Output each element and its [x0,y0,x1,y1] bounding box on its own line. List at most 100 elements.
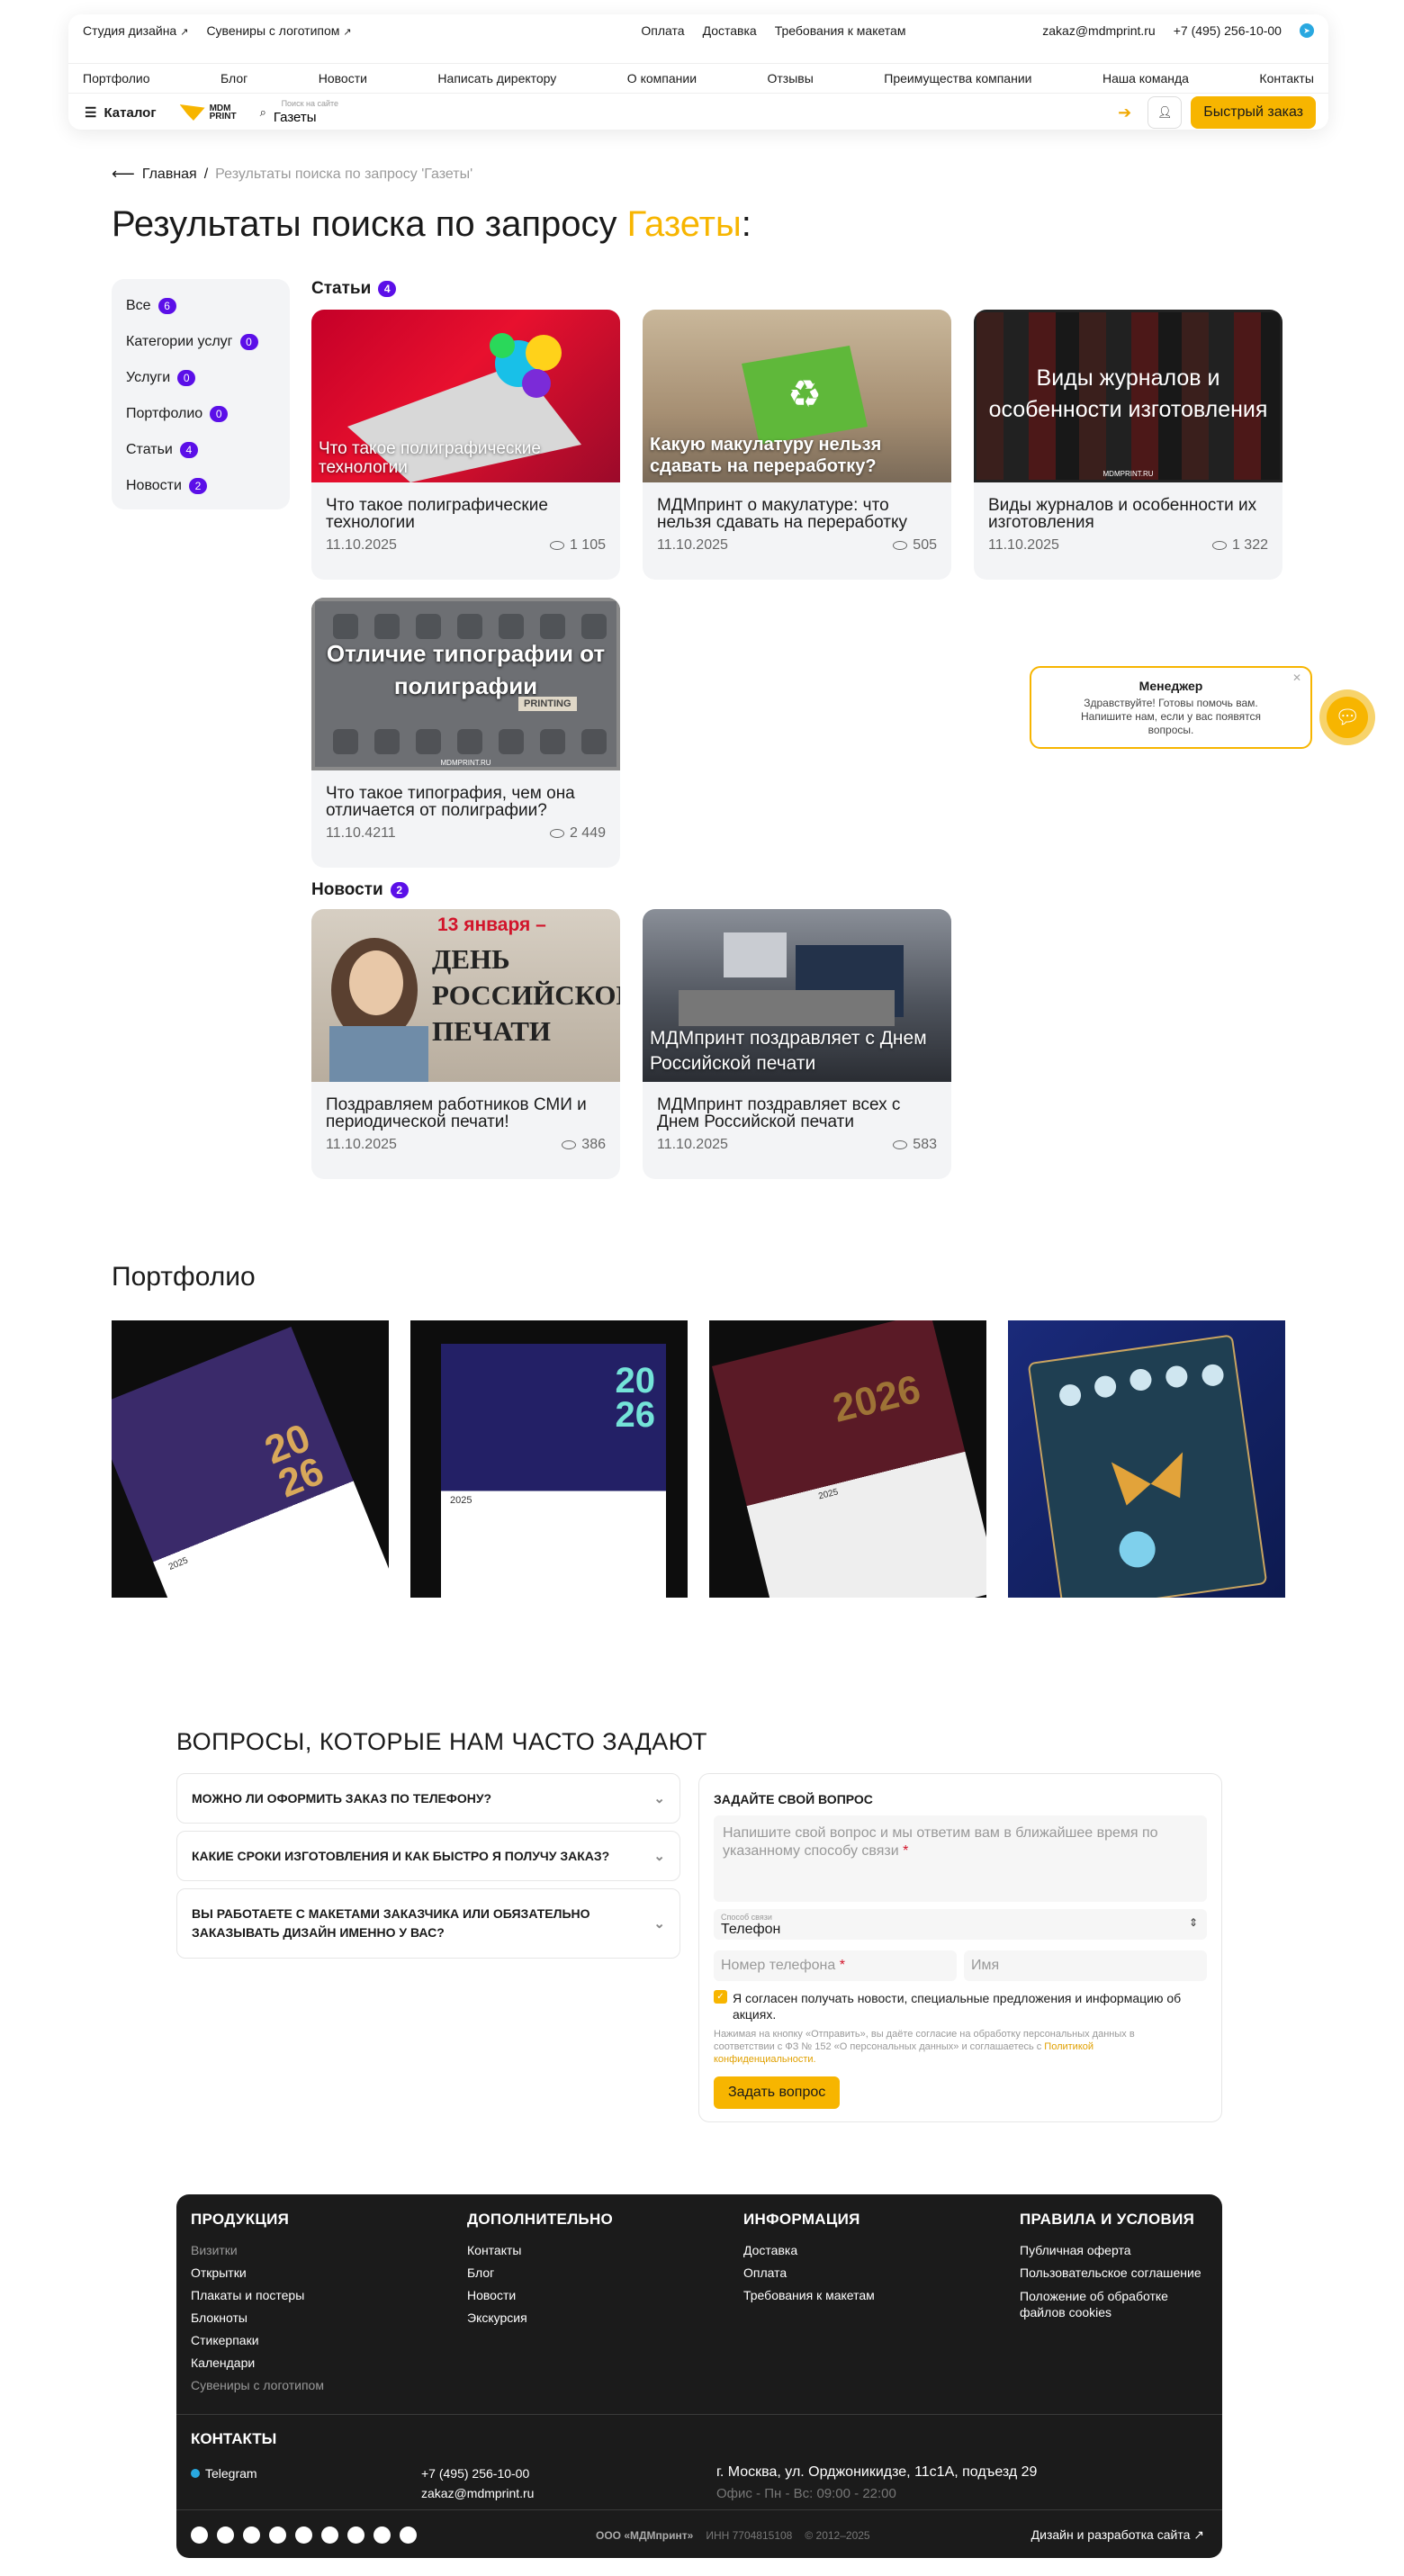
pinterest-icon[interactable] [321,2526,338,2544]
search-label: Поиск на сайте [281,99,339,108]
nav-advantages[interactable]: Преимущества компании [884,71,1031,86]
header-phone[interactable]: +7 (495) 256-10-00 [1174,23,1282,38]
vk-icon[interactable] [217,2526,234,2544]
catalog-button[interactable]: ☰ Каталог [85,104,157,122]
telegram-icon[interactable]: ➤ [1299,23,1314,38]
footer-phone[interactable]: +7 (495) 256-10-00 [421,2466,529,2481]
external-arrow-icon: ↗ [343,27,352,38]
odnoklassniki-icon[interactable] [374,2526,391,2544]
tiktok-icon[interactable] [347,2526,364,2544]
footer-address: г. Москва, ул. Орджоникидзе, 11с1А, подъ… [716,2464,1038,2480]
menu-icon: ☰ [85,105,97,121]
filter-all[interactable]: Все 6 [126,288,290,324]
checkbox-checked-icon: ✓ [714,1990,727,2004]
footer-link[interactable]: Контакты [467,2243,613,2265]
dzen-icon[interactable] [295,2526,312,2544]
chat-launcher-button[interactable]: 💬︎ [1319,689,1375,745]
top-link-payment[interactable]: Оплата [641,23,684,38]
image-watermark: MDMPRINT.RU [440,759,491,767]
submit-question-button[interactable]: Задать вопрос [714,2076,841,2109]
name-input[interactable]: Имя [964,1950,1207,1981]
footer-link[interactable]: Визитки [191,2243,324,2265]
footer-telegram-link[interactable]: Telegram [191,2466,257,2481]
footer-link[interactable]: Новости [467,2288,613,2310]
footer-link[interactable]: Стикерпаки [191,2333,324,2355]
news-card[interactable]: 13 января – день российской печати Поздр… [311,909,620,1179]
search-input[interactable] [273,109,1084,125]
faq-item[interactable]: КАКИЕ СРОКИ ИЗГОТОВЛЕНИЯ И КАК БЫСТРО Я … [176,1831,680,1881]
quick-order-button[interactable]: Быстрый заказ [1191,96,1316,129]
faq-item[interactable]: ВЫ РАБОТАЕТЕ С МАКЕТАМИ ЗАКАЗЧИКА ИЛИ ОБ… [176,1888,680,1959]
nav-about[interactable]: О компании [627,71,697,86]
filter-portfolio[interactable]: Портфолио 0 [126,396,290,432]
user-account-button[interactable]: 👤︎ [1148,96,1183,129]
chevron-down-icon: ⌄ [653,1849,665,1864]
footer-link[interactable]: Сувениры с логотипом [191,2378,324,2400]
chat-icon: 💬︎ [1327,697,1368,738]
nav-news[interactable]: Новости [319,71,367,86]
back-arrow-icon[interactable]: ⟵ [112,165,135,184]
footer-link[interactable]: Положение об обработке файлов cookies [1020,2288,1213,2320]
consent-checkbox-row[interactable]: ✓ Я согласен получать новости, специальн… [714,1990,1200,2022]
footer-link[interactable]: Оплата [743,2265,875,2288]
phone-input[interactable]: Номер телефона * [714,1950,957,1981]
article-card[interactable]: Отличие типографии от полиграфии PRINTIN… [311,598,620,868]
contact-method-select[interactable]: Способ связи Телефон ⇕ [714,1909,1207,1940]
search-submit-arrow-icon[interactable]: ➔ [1118,104,1131,122]
external-arrow-icon: ↗ [180,27,189,38]
footer-link[interactable]: Плакаты и постеры [191,2288,324,2310]
filter-news[interactable]: Новости 2 [126,468,290,504]
footer-email[interactable]: zakaz@mdmprint.ru [421,2486,534,2500]
footer-link[interactable]: Пользовательское соглашение [1020,2265,1213,2288]
header-top-row: Студия дизайна ↗ Сувениры с логотипом ↗ Оп… [68,14,1328,47]
filter-articles[interactable]: Статьи 4 [126,432,290,468]
article-card[interactable]: Виды журналов и особенности изготовления… [974,310,1282,580]
view-count: 2 449 [549,825,606,842]
news-section-title: Новости 2 [311,880,409,900]
close-icon[interactable]: ✕ [1292,671,1301,684]
nav-portfolio[interactable]: Портфолио [83,71,150,86]
count-badge: 0 [239,334,258,350]
site-logo[interactable]: MDM PRINT [179,104,237,122]
filter-service-categories[interactable]: Категории услуг 0 [126,324,290,360]
portfolio-title: Портфолио [112,1262,256,1292]
footer-link[interactable]: Экскурсия [467,2310,613,2333]
filter-services[interactable]: Услуги 0 [126,360,290,396]
top-link-design-studio[interactable]: Студия дизайна ↗ [83,23,188,38]
news-card[interactable]: МДМпринт поздравляет с Днем Российской п… [643,909,951,1179]
footer-link[interactable]: Требования к макетам [743,2288,875,2310]
portfolio-item[interactable]: 2026 2025 [112,1320,389,1598]
legal-text: Нажимая на кнопку «Отправить», вы даёте … [714,2029,1135,2065]
footer-link[interactable]: Блокноты [191,2310,324,2333]
nav-contacts[interactable]: Контакты [1259,71,1313,86]
manager-chat-popup[interactable]: Менеджер Здравствуйте! Готовы помочь вам… [1030,666,1312,749]
footer-link[interactable]: Публичная оферта [1020,2243,1213,2265]
footer-link[interactable]: Блог [467,2265,613,2288]
card-date: 11.10.4211 [326,825,396,841]
nav-team[interactable]: Наша команда [1102,71,1189,86]
breadcrumb-home[interactable]: Главная [142,167,197,183]
telegram-icon[interactable] [191,2526,208,2544]
top-link-souvenirs[interactable]: Сувениры с логотипом ↗ [206,23,351,38]
site-developer-link[interactable]: Дизайн и разработка сайта ↗ [1031,2527,1204,2543]
top-link-requirements[interactable]: Требования к макетам [775,23,906,38]
portfolio-item[interactable]: 2026 2025 [410,1320,688,1598]
max-messenger-icon[interactable] [400,2526,417,2544]
article-card[interactable]: ♻ Какую макулатуру нельзя сдавать на пер… [643,310,951,580]
nav-reviews[interactable]: Отзывы [768,71,814,86]
nav-blog[interactable]: Блог [220,71,248,86]
question-textarea[interactable]: Напишите свой вопрос и мы ответим вам в … [714,1815,1207,1902]
youtube-icon[interactable] [243,2526,260,2544]
header-email[interactable]: zakaz@mdmprint.ru [1042,23,1155,38]
footer-link[interactable]: Открытки [191,2265,324,2288]
rutube-icon[interactable] [269,2526,286,2544]
article-card[interactable]: Что такое полиграфические технологии Что… [311,310,620,580]
portfolio-item[interactable] [1008,1320,1285,1598]
nav-write-director[interactable]: Написать директору [437,71,556,86]
footer-link[interactable]: Календари [191,2355,324,2378]
faq-item[interactable]: МОЖНО ЛИ ОФОРМИТЬ ЗАКАЗ ПО ТЕЛЕФОНУ? ⌄ [176,1773,680,1824]
portfolio-item[interactable]: 2026 2025 [709,1320,986,1598]
footer-link[interactable]: Доставка [743,2243,875,2265]
top-link-delivery[interactable]: Доставка [703,23,757,38]
form-title: ЗАДАЙТЕ СВОЙ ВОПРОС [714,1792,873,1806]
